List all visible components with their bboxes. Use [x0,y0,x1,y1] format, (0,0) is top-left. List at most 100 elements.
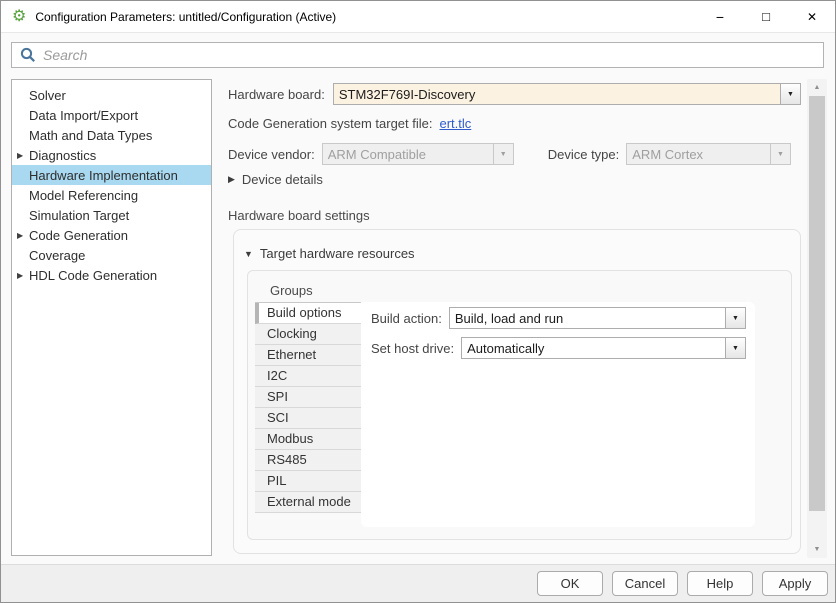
window-title: Configuration Parameters: untitled/Confi… [35,10,336,24]
tab-clocking[interactable]: Clocking [255,324,361,345]
expand-arrow-icon[interactable]: ▶ [17,231,29,240]
sidebar-item-solver[interactable]: Solver [12,85,211,105]
search-input[interactable] [36,43,823,67]
tab-sci[interactable]: SCI [255,408,361,429]
groups-tab-list: Build options Clocking Ethernet I2C SPI … [255,302,361,513]
hardware-board-select[interactable]: STM32F769I-Discovery [333,83,781,105]
collapse-arrow-icon: ▼ [244,249,253,259]
groups-heading: Groups [270,283,313,298]
scroll-up-icon: ▲ [814,84,821,91]
device-type-value: ARM Cortex [632,147,703,162]
chevron-down-icon: ▼ [500,151,507,158]
system-target-file-row: Code Generation system target file: ert.… [228,116,471,131]
set-host-drive-select[interactable]: Automatically [461,337,726,359]
set-host-drive-dropdown-button[interactable]: ▼ [725,337,746,359]
sidebar-item-data-import-export[interactable]: Data Import/Export [12,105,211,125]
sidebar-item-label: Math and Data Types [29,128,152,143]
device-vendor-dropdown-button[interactable]: ▼ [493,143,514,165]
sidebar-item-label: HDL Code Generation [29,268,157,283]
expand-arrow-icon[interactable]: ▶ [17,271,29,280]
set-host-drive-value: Automatically [467,341,544,356]
hardware-board-label: Hardware board: [228,87,325,102]
sidebar-item-simulation-target[interactable]: Simulation Target [12,205,211,225]
scroll-up-button[interactable]: ▲ [807,84,827,91]
maximize-button[interactable]: □ [743,1,789,32]
sidebar-item-hardware-implementation[interactable]: Hardware Implementation [12,165,211,185]
device-vendor-label: Device vendor: [228,147,315,162]
tab-build-options[interactable]: Build options [255,303,361,324]
sidebar-item-diagnostics[interactable]: ▶ Diagnostics [12,145,211,165]
expand-arrow-icon[interactable]: ▶ [17,151,29,160]
set-host-drive-row: Set host drive: Automatically ▼ [371,337,746,359]
sidebar-item-label: Simulation Target [29,208,129,223]
chevron-down-icon: ▼ [787,91,794,98]
help-button[interactable]: Help [687,571,753,596]
hardware-board-dropdown-button[interactable]: ▼ [780,83,801,105]
window-controls: − □ ✕ [697,1,835,32]
sidebar-item-label: Coverage [29,248,85,263]
cancel-button[interactable]: Cancel [612,571,678,596]
chevron-down-icon: ▼ [732,315,739,322]
tab-rs485[interactable]: RS485 [255,450,361,471]
maximize-icon: □ [762,9,770,24]
tab-i2c[interactable]: I2C [255,366,361,387]
device-type-select[interactable]: ARM Cortex [626,143,771,165]
tab-modbus[interactable]: Modbus [255,429,361,450]
sidebar-item-hdl-code-generation[interactable]: ▶ HDL Code Generation [12,265,211,285]
device-details-label: Device details [242,172,323,187]
system-target-file-label: Code Generation system target file: [228,116,433,131]
search-box[interactable] [11,42,824,68]
chevron-down-icon: ▼ [777,151,784,158]
device-details-expander[interactable]: ▶ Device details [228,172,323,187]
ok-button[interactable]: OK [537,571,603,596]
chevron-down-icon: ▼ [732,345,739,352]
target-hardware-resources-label: Target hardware resources [260,246,415,261]
build-action-select[interactable]: Build, load and run [449,307,726,329]
configuration-parameters-dialog: ⚙ Configuration Parameters: untitled/Con… [0,0,836,603]
hardware-board-row: Hardware board: STM32F769I-Discovery ▼ [228,83,801,105]
device-type-dropdown-button[interactable]: ▼ [770,143,791,165]
sidebar-item-coverage[interactable]: Coverage [12,245,211,265]
tab-external-mode[interactable]: External mode [255,492,361,513]
device-vendor-value: ARM Compatible [328,147,426,162]
scroll-down-icon: ▼ [814,546,821,553]
close-icon: ✕ [807,10,817,24]
minimize-button[interactable]: − [697,1,743,32]
sidebar-item-label: Hardware Implementation [29,168,178,183]
sidebar-item-label: Code Generation [29,228,128,243]
hardware-board-settings-heading: Hardware board settings [228,208,370,223]
apply-button[interactable]: Apply [762,571,828,596]
title-bar: ⚙ Configuration Parameters: untitled/Con… [1,1,835,33]
tab-spi[interactable]: SPI [255,387,361,408]
device-row: Device vendor: ARM Compatible ▼ Device t… [228,143,791,165]
sidebar-item-label: Diagnostics [29,148,96,163]
search-icon [20,47,36,63]
dialog-button-bar: OK Cancel Help Apply [1,564,835,602]
set-host-drive-label: Set host drive: [371,341,454,356]
system-target-file-link[interactable]: ert.tlc [440,116,472,131]
sidebar-item-code-generation[interactable]: ▶ Code Generation [12,225,211,245]
device-vendor-select[interactable]: ARM Compatible [322,143,494,165]
scroll-down-button[interactable]: ▼ [807,546,827,553]
target-hardware-resources-expander[interactable]: ▼ Target hardware resources [244,246,415,261]
category-tree: Solver Data Import/Export Math and Data … [11,79,212,556]
build-action-value: Build, load and run [455,311,563,326]
scrollbar-thumb[interactable] [809,96,825,511]
sidebar-item-math-and-data-types[interactable]: Math and Data Types [12,125,211,145]
expand-arrow-icon: ▶ [228,174,235,185]
tab-pil[interactable]: PIL [255,471,361,492]
sidebar-item-label: Model Referencing [29,188,138,203]
device-type-label: Device type: [548,147,620,162]
hardware-board-value: STM32F769I-Discovery [339,87,476,102]
minimize-icon: − [716,9,724,25]
tab-ethernet[interactable]: Ethernet [255,345,361,366]
hardware-implementation-pane: Hardware board: STM32F769I-Discovery ▼ C… [226,79,803,558]
sidebar-item-model-referencing[interactable]: Model Referencing [12,185,211,205]
sidebar-item-label: Solver [29,88,66,103]
sidebar-item-label: Data Import/Export [29,108,138,123]
vertical-scrollbar[interactable]: ▲ ▼ [807,79,827,558]
build-action-row: Build action: Build, load and run ▼ [371,307,746,329]
close-button[interactable]: ✕ [789,1,835,32]
build-action-dropdown-button[interactable]: ▼ [725,307,746,329]
build-action-label: Build action: [371,311,442,326]
